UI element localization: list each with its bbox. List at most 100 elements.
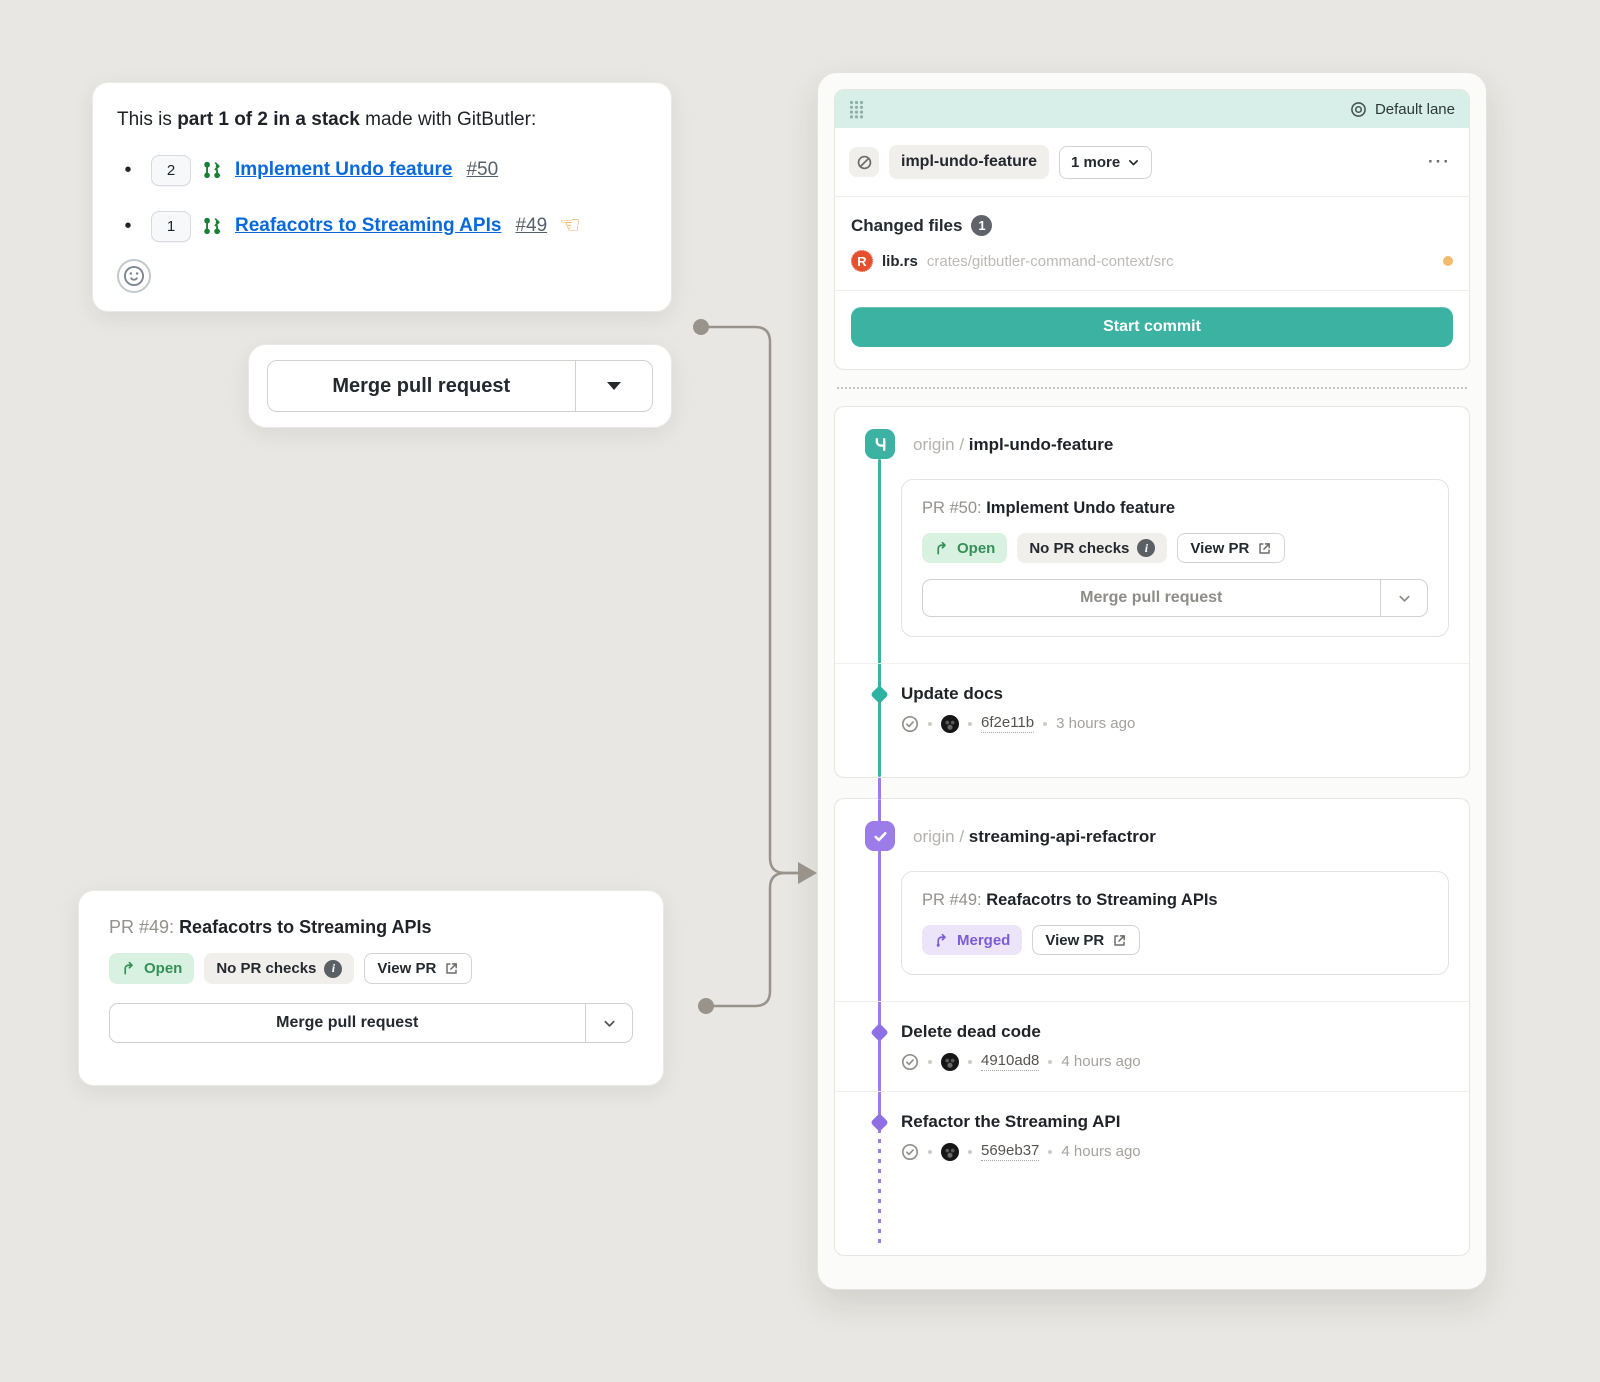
lane-menu-button[interactable]: ··· — [1424, 152, 1455, 172]
start-commit-button[interactable]: Start commit — [851, 307, 1453, 347]
branch-header[interactable]: origin / streaming-api-refactror — [913, 827, 1156, 847]
drag-handle[interactable] — [849, 100, 864, 119]
commit-sha-link[interactable]: 569eb37 — [981, 1142, 1039, 1161]
changed-file-row[interactable]: R lib.rs crates/gitbutler-command-contex… — [835, 246, 1469, 290]
merge-pull-request-button[interactable]: Merge pull request — [268, 361, 575, 411]
remote-name: origin — [913, 827, 955, 846]
lane-title: Default lane — [1375, 101, 1455, 118]
smiley-icon — [124, 266, 144, 286]
intro-bold: part 1 of 2 in a stack — [177, 109, 360, 130]
file-name: lib.rs — [882, 253, 918, 270]
checks-label: No PR checks — [1029, 540, 1129, 557]
info-icon[interactable]: i — [324, 960, 342, 978]
pr-49-box: PR #49: Reafacotrs to Streaming APIs Mer… — [901, 871, 1449, 975]
commit-meta: 4910ad8 4 hours ago — [901, 1052, 1449, 1071]
changed-files-count-badge: 1 — [971, 215, 992, 236]
commit-time: 4 hours ago — [1061, 1143, 1140, 1160]
commit-dot — [870, 1113, 888, 1131]
intro-prefix: This is — [117, 109, 177, 130]
view-pr-button[interactable]: View PR — [1032, 925, 1140, 955]
pr-number[interactable]: #50 — [466, 159, 498, 181]
add-reaction-button[interactable] — [117, 259, 151, 293]
commit-meta: 569eb37 4 hours ago — [901, 1142, 1449, 1161]
author-avatar — [941, 1053, 959, 1071]
connector-dot-bottom — [698, 998, 714, 1014]
checks-badge: No PR checks i — [204, 953, 354, 984]
commit-row-update-docs[interactable]: Update docs 6f2e11b 3 hours ago — [835, 663, 1469, 753]
commit-sha-link[interactable]: 4910ad8 — [981, 1052, 1039, 1071]
meta-separator-dot — [1048, 1060, 1052, 1064]
caret-down-icon — [607, 382, 621, 390]
meta-separator-dot — [1043, 722, 1047, 726]
branch-body: PR #49: Reafacotrs to Streaming APIs Mer… — [835, 799, 1469, 975]
pr-number-label: PR #49: — [109, 917, 174, 937]
connector-path-bottom — [706, 873, 799, 1006]
pr-number-label: PR #50: — [922, 499, 982, 517]
author-avatar — [941, 715, 959, 733]
status-badge-merged: Merged — [922, 925, 1022, 955]
meta-separator-dot — [928, 1150, 932, 1154]
commit-row-refactor-streaming-api[interactable]: Refactor the Streaming API 569eb37 4 hou… — [835, 1091, 1469, 1181]
more-branches-dropdown[interactable]: 1 more — [1059, 146, 1152, 179]
merge-options-dropdown[interactable] — [576, 361, 652, 411]
pr-title-row: PR #49: Reafacotrs to Streaming APIs — [922, 891, 1428, 910]
branch-name: impl-undo-feature — [969, 435, 1114, 454]
merge-button-card: Merge pull request — [248, 344, 672, 428]
pr-open-icon — [121, 961, 136, 976]
checks-label: No PR checks — [216, 960, 316, 977]
integrated-check-icon — [865, 821, 895, 851]
view-pr-button[interactable]: View PR — [364, 953, 472, 984]
view-pr-label: View PR — [1045, 932, 1104, 949]
lane-header-bar: Default lane — [835, 90, 1469, 128]
pr-badge-row: Open No PR checks i View PR — [922, 533, 1428, 563]
branch-section-impl-undo-feature: origin / impl-undo-feature PR #50: Imple… — [834, 406, 1470, 778]
pr-open-icon — [934, 541, 949, 556]
start-commit-area: Start commit — [835, 291, 1469, 369]
commit-title: Update docs — [901, 684, 1449, 704]
list-bullet: • — [117, 159, 139, 182]
chevron-down-icon — [1127, 156, 1140, 169]
status-badge-open: Open — [109, 953, 194, 984]
gitbutler-lane-panel: Default lane impl-undo-feature 1 more ··… — [817, 72, 1487, 1290]
info-icon[interactable]: i — [1137, 539, 1155, 557]
pr-badge-row: Merged View PR — [922, 925, 1428, 955]
pr-link-streaming-apis[interactable]: Reafacotrs to Streaming APIs — [235, 215, 501, 237]
merge-options-dropdown[interactable] — [1381, 580, 1427, 616]
view-pr-label: View PR — [377, 960, 436, 977]
commit-sha-link[interactable]: 6f2e11b — [981, 714, 1034, 733]
check-circle-icon — [901, 1053, 919, 1071]
stack-comment-intro: This is part 1 of 2 in a stack made with… — [117, 109, 645, 131]
pull-request-icon — [203, 160, 223, 180]
merge-split-button: Merge pull request — [267, 360, 653, 412]
remote-slash: / — [959, 827, 964, 846]
target-icon — [1350, 101, 1367, 118]
connector-path-top — [701, 327, 799, 873]
branch-name-pill[interactable]: impl-undo-feature — [889, 145, 1049, 179]
commit-list: Update docs 6f2e11b 3 hours ago — [835, 663, 1469, 753]
commit-row-delete-dead-code[interactable]: Delete dead code 4910ad8 4 hours ago — [835, 1001, 1469, 1091]
pr-number[interactable]: #49 — [515, 215, 547, 237]
pr-title: Reafacotrs to Streaming APIs — [986, 891, 1217, 909]
merge-options-dropdown[interactable] — [586, 1004, 632, 1042]
no-remote-icon — [849, 147, 879, 177]
merge-pull-request-button[interactable]: Merge pull request — [923, 580, 1380, 616]
merge-split-button: Merge pull request — [922, 579, 1428, 617]
external-link-icon — [444, 961, 459, 976]
view-pr-button[interactable]: View PR — [1177, 533, 1285, 563]
dotted-divider — [837, 387, 1467, 389]
remote-slash: / — [959, 435, 964, 454]
modified-status-dot — [1443, 256, 1453, 266]
external-link-icon — [1257, 541, 1272, 556]
open-label: Open — [957, 540, 995, 557]
stack-position-badge: 2 — [151, 155, 191, 186]
view-pr-label: View PR — [1190, 540, 1249, 557]
meta-separator-dot — [968, 722, 972, 726]
branch-header[interactable]: origin / impl-undo-feature — [913, 435, 1113, 455]
commit-list: Delete dead code 4910ad8 4 hours ago Ref… — [835, 1001, 1469, 1181]
merge-pull-request-button[interactable]: Merge pull request — [110, 1004, 585, 1042]
stack-comment-card: This is part 1 of 2 in a stack made with… — [92, 82, 672, 312]
pull-request-icon — [203, 216, 223, 236]
check-circle-icon — [901, 715, 919, 733]
pr-link-implement-undo[interactable]: Implement Undo feature — [235, 159, 452, 181]
lane-top-card: Default lane impl-undo-feature 1 more ··… — [834, 89, 1470, 370]
